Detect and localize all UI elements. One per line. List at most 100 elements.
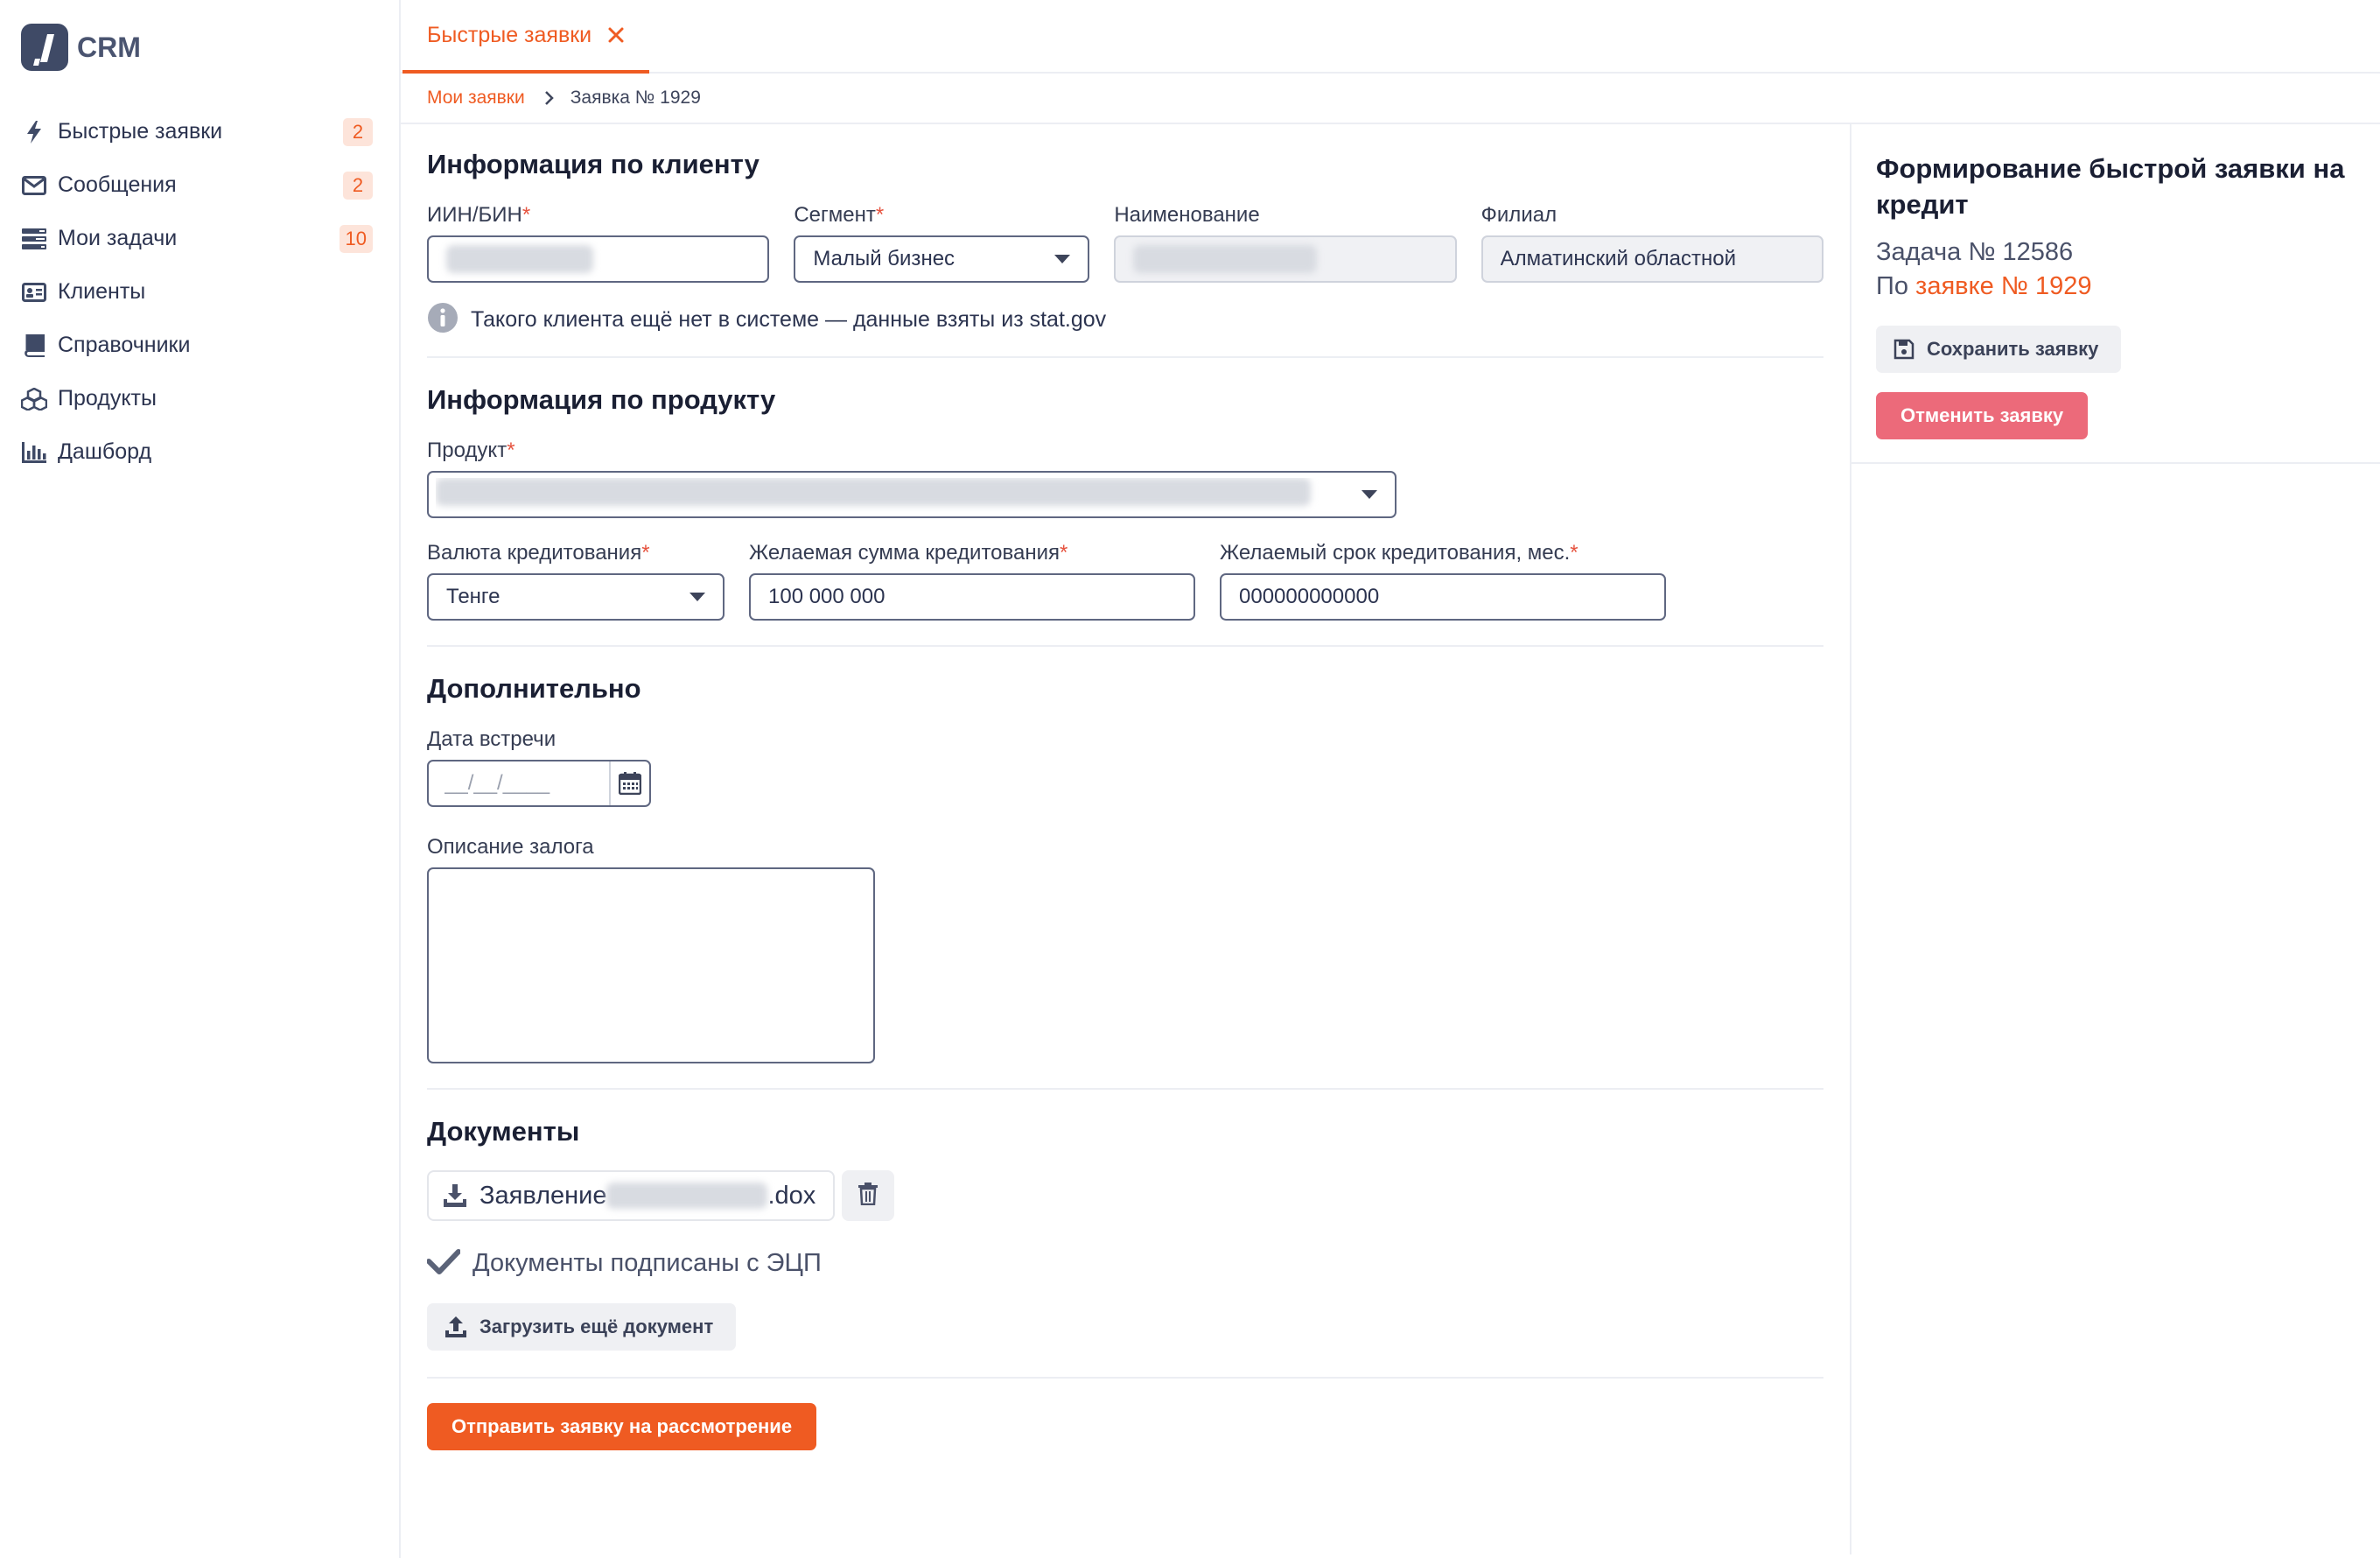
count-badge: 2 xyxy=(343,171,373,200)
upload-document-button[interactable]: Загрузить ещё документ xyxy=(427,1303,737,1351)
section-title-client: Информация по клиенту xyxy=(427,149,760,179)
file-name-prefix: Заявление xyxy=(480,1181,607,1210)
task-number: Задача № 12586 xyxy=(1876,238,2074,266)
redacted-value xyxy=(606,1183,768,1209)
select-value: Тенге xyxy=(446,585,500,608)
summary-card: Формирование быстрой заявки на кредит За… xyxy=(1852,124,2380,464)
logo-icon xyxy=(21,24,68,71)
sidebar-item-my-tasks[interactable]: Мои задачи 10 xyxy=(0,212,399,265)
documents-section: Документы Заявление .dox Документы подпи… xyxy=(426,1090,1824,1351)
tasks-icon xyxy=(21,226,47,252)
field-label: Желаемая сумма кредитования* xyxy=(749,541,1068,565)
breadcrumb-my-requests[interactable]: Мои заявки xyxy=(427,88,525,109)
section-title-product: Информация по продукту xyxy=(427,384,776,415)
field-label: Валюта кредитования* xyxy=(427,541,650,565)
product-field: Продукт* xyxy=(427,439,1396,518)
field-label: Наименование xyxy=(1114,203,1260,227)
close-icon[interactable] xyxy=(607,26,625,44)
caret-down-icon xyxy=(1054,255,1071,263)
sidebar-item-messages[interactable]: Сообщения 2 xyxy=(0,158,399,212)
redacted-value xyxy=(436,477,1311,506)
button-label: Отправить заявку на рассмотрение xyxy=(452,1415,793,1437)
sidebar-item-label: Справочники xyxy=(58,333,191,357)
term-input[interactable]: 000000000000 xyxy=(1220,573,1666,621)
divider xyxy=(427,1377,1824,1379)
field-label: Филиал xyxy=(1480,203,1558,227)
panel-title: Формирование быстрой заявки на кредит xyxy=(1876,153,2345,220)
client-section: Информация по клиенту ИИН/БИН* Сегмент* … xyxy=(427,124,1824,337)
section-title-extra: Дополнительно xyxy=(427,673,641,704)
submit-request-button[interactable]: Отправить заявку на рассмотрение xyxy=(427,1403,817,1450)
meeting-date-input[interactable]: __/__/____ xyxy=(427,760,651,807)
app-root: CRM Быстрые заявки 2 Сообщения 2 Мои зад… xyxy=(0,0,2380,1558)
main-area: Быстрые заявки Мои заявки Заявка № 1929 … xyxy=(401,0,2380,1558)
iin-field: ИИН/БИН* xyxy=(427,203,770,283)
button-label: Сохранить заявку xyxy=(1927,338,2099,360)
id-card-icon xyxy=(21,279,47,305)
currency-select[interactable]: Тенге xyxy=(427,573,724,621)
segment-field: Сегмент* Малый бизнес xyxy=(794,203,1090,283)
cancel-request-button[interactable]: Отменить заявку xyxy=(1876,392,2089,439)
field-label: Сегмент* xyxy=(794,203,885,227)
calendar-icon[interactable] xyxy=(609,761,649,805)
app-name: CRM xyxy=(77,31,141,63)
file-row: Заявление .dox xyxy=(427,1170,1824,1221)
branch-field: Филиал Алматинский областной xyxy=(1480,203,1824,283)
upload-icon xyxy=(444,1316,467,1338)
button-label: Загрузить ещё документ xyxy=(480,1316,714,1337)
book-icon xyxy=(21,333,47,359)
redacted-value xyxy=(446,245,593,273)
sidebar-item-label: Быстрые заявки xyxy=(58,119,223,144)
count-badge: 10 xyxy=(339,224,373,253)
sidebar-nav: Быстрые заявки 2 Сообщения 2 Мои задачи … xyxy=(0,105,399,479)
download-icon xyxy=(443,1183,467,1208)
iin-input[interactable] xyxy=(427,235,770,283)
tab-quick-requests[interactable]: Быстрые заявки xyxy=(402,0,650,74)
branch-input: Алматинский областной xyxy=(1480,235,1824,283)
name-field: Наименование xyxy=(1114,203,1457,283)
extra-section: Дополнительно Дата встречи __/__/____ Оп… xyxy=(427,647,1824,1063)
signed-text: Документы подписаны с ЭЦП xyxy=(472,1248,822,1277)
info-text: Такого клиента ещё нет в системе — данны… xyxy=(471,306,1107,332)
lightning-icon xyxy=(21,119,47,145)
file-name-suffix: .dox xyxy=(767,1181,816,1210)
sidebar-item-quick-requests[interactable]: Быстрые заявки 2 xyxy=(0,105,399,158)
date-placeholder: __/__/____ xyxy=(444,771,550,795)
amount-input[interactable]: 100 000 000 xyxy=(749,573,1195,621)
currency-field: Валюта кредитования* Тенге xyxy=(427,541,724,621)
sidebar-item-label: Продукты xyxy=(58,386,157,411)
segment-select[interactable]: Малый бизнес xyxy=(794,235,1090,283)
sidebar-item-references[interactable]: Справочники xyxy=(0,319,399,372)
section-title-documents: Документы xyxy=(427,1116,580,1147)
info-icon xyxy=(427,302,458,338)
field-label: Описание залога xyxy=(427,835,594,859)
request-reference: По заявке № 1929 xyxy=(1876,272,2356,301)
collateral-textarea[interactable] xyxy=(427,867,875,1063)
save-request-button[interactable]: Сохранить заявку xyxy=(1876,326,2122,373)
chevron-right-icon xyxy=(544,90,555,106)
amount-field: Желаемая сумма кредитования* 100 000 000 xyxy=(749,541,1195,621)
request-link[interactable]: заявке № 1929 xyxy=(1915,272,2091,300)
field-label: ИИН/БИН* xyxy=(427,203,531,227)
sidebar-item-clients[interactable]: Клиенты xyxy=(0,265,399,319)
credit-fields-row: Валюта кредитования* Тенге Желаемая сумм… xyxy=(427,541,1824,621)
meeting-date-field: Дата встречи __/__/____ xyxy=(427,727,651,807)
sidebar-item-products[interactable]: Продукты xyxy=(0,372,399,425)
caret-down-icon xyxy=(1362,490,1377,499)
breadcrumb: Мои заявки Заявка № 1929 xyxy=(401,74,2380,124)
tab-bar: Быстрые заявки xyxy=(401,0,2380,74)
signed-note: Документы подписаны с ЭЦП xyxy=(426,1246,1824,1281)
sidebar-item-dashboard[interactable]: Дашборд xyxy=(0,425,399,479)
logo[interactable]: CRM xyxy=(21,23,399,72)
sidebar-item-label: Сообщения xyxy=(58,172,177,197)
summary-panel: Формирование быстрой заявки на кредит За… xyxy=(1852,124,2380,1554)
tab-label: Быстрые заявки xyxy=(427,22,592,47)
redacted-value xyxy=(1133,245,1318,273)
document-file[interactable]: Заявление .dox xyxy=(427,1170,836,1221)
delete-document-button[interactable] xyxy=(842,1170,895,1221)
checkmark-icon xyxy=(426,1248,461,1279)
cubes-icon xyxy=(21,386,47,412)
client-info-note: Такого клиента ещё нет в системе — данны… xyxy=(427,302,1824,337)
sidebar-item-label: Мои задачи xyxy=(58,226,178,250)
product-select[interactable] xyxy=(427,471,1396,518)
